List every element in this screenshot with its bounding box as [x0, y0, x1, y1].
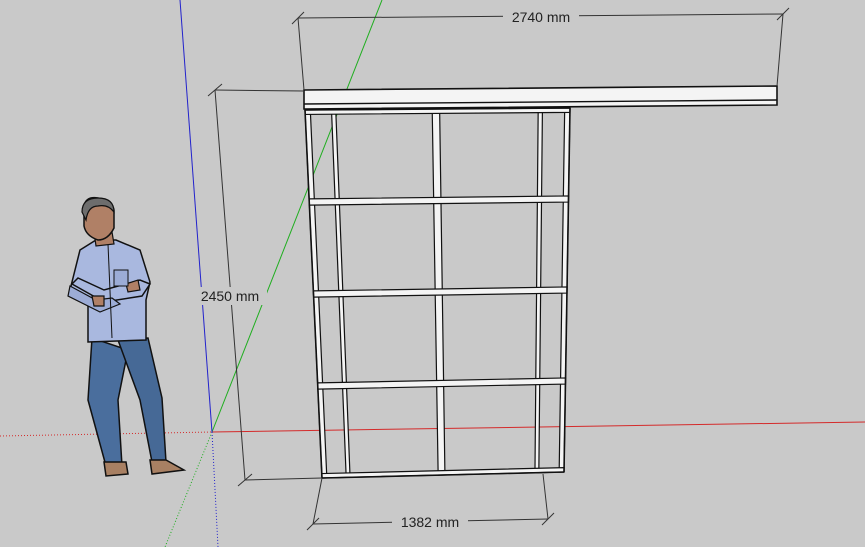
door-transom — [312, 286, 568, 298]
blue-axis-negative — [211, 431, 219, 547]
blue-axis-positive — [179, 0, 213, 433]
green-axis-positive — [211, 0, 383, 433]
standing-person-figure-icon[interactable] — [67, 196, 187, 477]
door-height-label: 2450 mm — [201, 288, 259, 304]
top-track-rail-icon[interactable] — [303, 85, 778, 110]
green-axis-negative — [164, 431, 213, 547]
dimension-rail-width[interactable]: 2740 mm — [291, 7, 790, 91]
sliding-door-frame-icon[interactable] — [304, 107, 571, 479]
rail-width-label: 2740 mm — [512, 9, 570, 25]
scene-canvas[interactable]: 2740 mm 2450 mm 1382 mm — [0, 0, 865, 547]
door-width-label: 1382 mm — [401, 514, 459, 530]
modeling-viewport[interactable]: 2740 mm 2450 mm 1382 mm — [0, 0, 865, 547]
dimension-door-width[interactable]: 1382 mm — [306, 473, 555, 531]
door-transom — [308, 195, 570, 206]
